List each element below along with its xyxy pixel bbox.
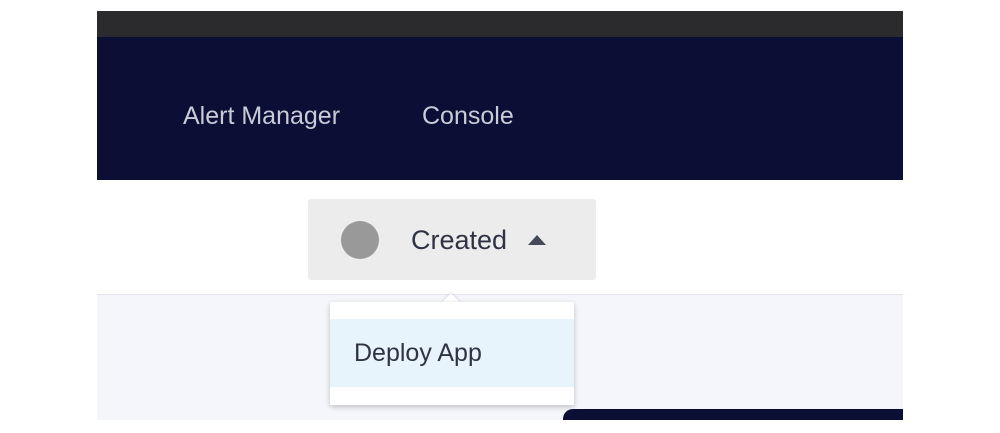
nav-item-alert-manager[interactable]: Alert Manager — [183, 99, 340, 133]
status-dropdown-button[interactable]: Created — [308, 199, 596, 280]
window-top-strip — [97, 11, 903, 37]
menu-item-label: Deploy App — [354, 339, 482, 367]
caret-up-icon — [528, 235, 546, 245]
bottom-bar — [563, 409, 903, 420]
nav-item-console[interactable]: Console — [422, 99, 514, 133]
app-window: er Alert Manager Console Created Deploy … — [97, 11, 903, 420]
status-dropdown-menu: Deploy App — [330, 302, 574, 405]
top-navbar: er Alert Manager Console — [97, 37, 903, 180]
status-label: Created — [411, 225, 508, 255]
menu-item-deploy-app[interactable]: Deploy App — [330, 319, 574, 387]
status-dot-icon — [341, 221, 379, 259]
